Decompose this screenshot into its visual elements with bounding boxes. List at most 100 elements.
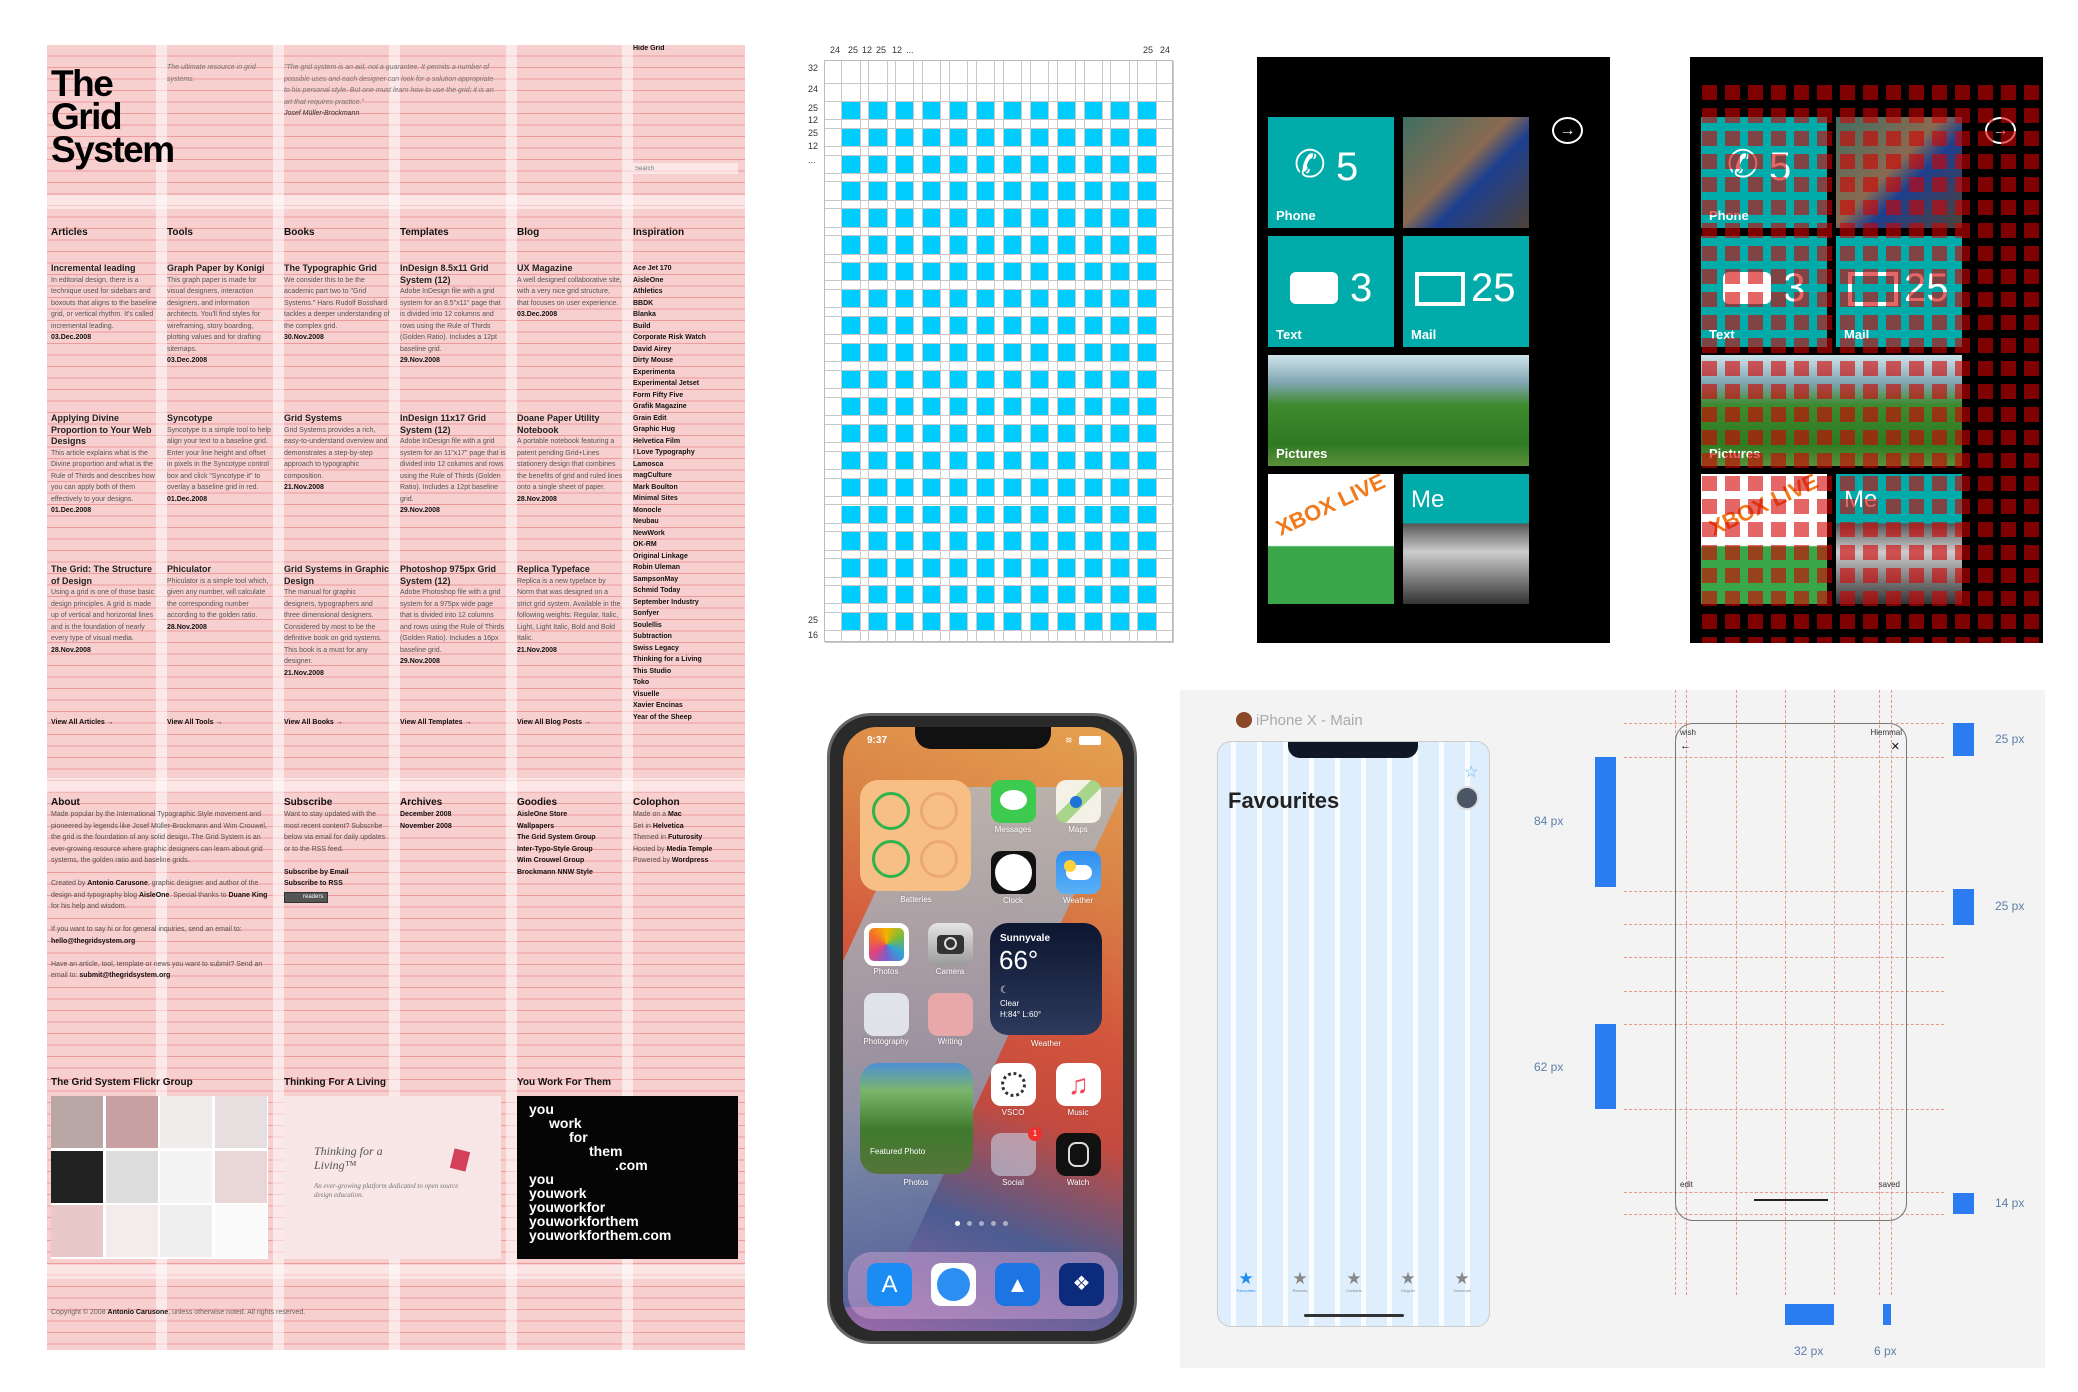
text-tile[interactable]: 3 Text — [1268, 236, 1394, 347]
hello-email-link[interactable]: hello@thegridsystem.org — [51, 938, 135, 945]
view-all-link[interactable]: View All Templates → — [400, 717, 471, 729]
inspiration-link[interactable]: I Love Typography — [633, 447, 743, 459]
tab-item[interactable]: ★ Voicemail — [1442, 1270, 1482, 1294]
article-title[interactable]: The Typographic Grid — [284, 263, 390, 275]
pictures-tile[interactable]: Pictures — [1268, 355, 1529, 466]
writing-folder-icon[interactable] — [928, 993, 973, 1036]
text-tile[interactable]: 3 Text — [1701, 236, 1827, 347]
inspiration-link[interactable]: SampsonMay — [633, 574, 743, 586]
article-title[interactable]: Grid Systems in Graphic Design — [284, 564, 390, 587]
section-heading[interactable]: Articles — [51, 227, 88, 239]
arrow-right-circle-icon[interactable]: → — [1985, 117, 2016, 144]
inspiration-link[interactable]: Athletics — [633, 286, 743, 298]
flickr-thumbnail[interactable] — [214, 1205, 267, 1257]
inspiration-link[interactable]: Dirty Mouse — [633, 355, 743, 367]
flickr-thumbnail[interactable] — [51, 1150, 103, 1203]
inspiration-link[interactable]: Form Fifty Five — [633, 390, 743, 402]
inspiration-link[interactable]: Blanka — [633, 309, 743, 321]
thinking-for-a-living-banner[interactable]: Thinking for a Living™ An ever-growing p… — [284, 1096, 501, 1259]
inspiration-link[interactable]: This Studio — [633, 666, 743, 678]
inspiration-link[interactable]: Year of the Sheep — [633, 712, 743, 724]
section-heading[interactable]: Inspiration — [633, 227, 684, 239]
inspiration-link[interactable]: Graphic Hug — [633, 424, 743, 436]
inspiration-link[interactable]: September Industry — [633, 597, 743, 609]
goodies-link[interactable]: AisleOne Store — [517, 809, 622, 821]
people-photo-tile[interactable] — [1403, 117, 1529, 228]
submit-email-link[interactable]: submit@thegridsystem.org — [79, 972, 170, 979]
artboard-name[interactable]: iPhone X - Main — [1256, 712, 1363, 729]
colophon-link[interactable]: Media Temple — [666, 846, 712, 853]
camera-app-icon[interactable] — [928, 923, 973, 966]
inspiration-link[interactable]: AisleOne — [633, 275, 743, 287]
music-app-icon[interactable]: ♫ — [1056, 1063, 1101, 1106]
section-heading[interactable]: Blog — [517, 227, 539, 239]
flickr-thumbnail[interactable] — [160, 1150, 212, 1203]
tab-item[interactable]: ★ Contacts — [1334, 1270, 1374, 1294]
close-icon[interactable]: ✕ — [1891, 740, 1900, 753]
inspiration-link[interactable]: Corporate Risk Watch — [633, 332, 743, 344]
view-all-link[interactable]: View All Blog Posts → — [517, 717, 591, 729]
flickr-thumbnail[interactable] — [51, 1096, 103, 1148]
inspiration-link[interactable]: Grafik Magazine — [633, 401, 743, 413]
dropbox-icon[interactable]: ❖ — [1059, 1263, 1104, 1306]
weather-app-icon[interactable] — [1056, 851, 1101, 894]
inspiration-link[interactable]: Minimal Sites — [633, 493, 743, 505]
feed-count-badge[interactable]: readers — [284, 891, 329, 903]
flickr-thumbnail[interactable] — [160, 1096, 212, 1148]
inspiration-link[interactable]: David Airey — [633, 344, 743, 356]
article-title[interactable]: InDesign 11x17 Grid System (12) — [400, 413, 506, 436]
inspiration-link[interactable]: Original Linkage — [633, 551, 743, 563]
clock-app-icon[interactable] — [991, 851, 1036, 894]
article-title[interactable]: Photoshop 975px Grid System (12) — [400, 564, 506, 587]
inspiration-link[interactable]: NewWork — [633, 528, 743, 540]
me-tile[interactable]: Me — [1836, 474, 1962, 604]
inspiration-link[interactable]: Experimenta — [633, 367, 743, 379]
inspiration-link[interactable]: Monocle — [633, 505, 743, 517]
spark-mail-icon[interactable]: ▲ — [995, 1263, 1040, 1306]
flickr-thumbnail[interactable] — [51, 1205, 103, 1257]
inspiration-link[interactable]: Mark Boulton — [633, 482, 743, 494]
article-title[interactable]: Replica Typeface — [517, 564, 623, 576]
watch-app-icon[interactable] — [1056, 1133, 1101, 1176]
colophon-link[interactable]: Helvetica — [653, 823, 684, 830]
inspiration-link[interactable]: Swiss Legacy — [633, 643, 743, 655]
site-logo-title[interactable]: The Grid System — [51, 65, 175, 168]
inspiration-link[interactable]: BBDK — [633, 298, 743, 310]
section-heading[interactable]: Templates — [400, 227, 449, 239]
inspiration-link[interactable]: Schmid Today — [633, 585, 743, 597]
page-dot[interactable] — [1003, 1221, 1008, 1226]
maps-app-icon[interactable] — [1056, 780, 1101, 823]
me-tile[interactable]: Me — [1403, 474, 1529, 604]
inspiration-link[interactable]: Sonfyer — [633, 608, 743, 620]
author-link[interactable]: Antonio Carusone — [108, 1309, 169, 1316]
photography-folder-icon[interactable] — [864, 993, 909, 1036]
article-title[interactable]: Doane Paper Utility Notebook — [517, 413, 623, 436]
inspiration-link[interactable]: Ace Jet 170 — [633, 263, 743, 275]
article-title[interactable]: Phiculator — [167, 564, 273, 576]
article-title[interactable]: Syncotype — [167, 413, 273, 425]
tab-item[interactable]: ★ Recents — [1280, 1270, 1320, 1294]
arrow-right-circle-icon[interactable]: → — [1552, 117, 1583, 144]
view-all-link[interactable]: View All Tools → — [167, 717, 223, 729]
star-outline-icon[interactable]: ☆ — [1464, 762, 1478, 782]
flickr-photo-grid[interactable] — [51, 1096, 268, 1259]
search-input[interactable] — [633, 163, 738, 174]
inspiration-link[interactable]: Grain Edit — [633, 413, 743, 425]
mail-tile[interactable]: 25 Mail — [1403, 236, 1529, 347]
article-title[interactable]: Grid Systems — [284, 413, 390, 425]
mail-tile[interactable]: 25 Mail — [1836, 236, 1962, 347]
section-heading[interactable]: Tools — [167, 227, 193, 239]
goodies-link[interactable]: Wallpapers — [517, 821, 622, 833]
archive-link[interactable]: December 2008 — [400, 809, 505, 821]
inspiration-link[interactable]: Experimental Jetset — [633, 378, 743, 390]
article-title[interactable]: UX Magazine — [517, 263, 623, 275]
page-dot[interactable] — [979, 1221, 984, 1226]
photos-app-icon[interactable] — [864, 923, 909, 966]
view-all-link[interactable]: View All Articles → — [51, 717, 114, 729]
inspiration-link[interactable]: Toko — [633, 677, 743, 689]
article-title[interactable]: Graph Paper by Konigi — [167, 263, 273, 275]
page-dot[interactable] — [991, 1221, 996, 1226]
colophon-link[interactable]: Futurosity — [668, 834, 702, 841]
hide-grid-link[interactable]: Hide Grid — [633, 45, 665, 55]
inspiration-link[interactable]: Helvetica Film — [633, 436, 743, 448]
